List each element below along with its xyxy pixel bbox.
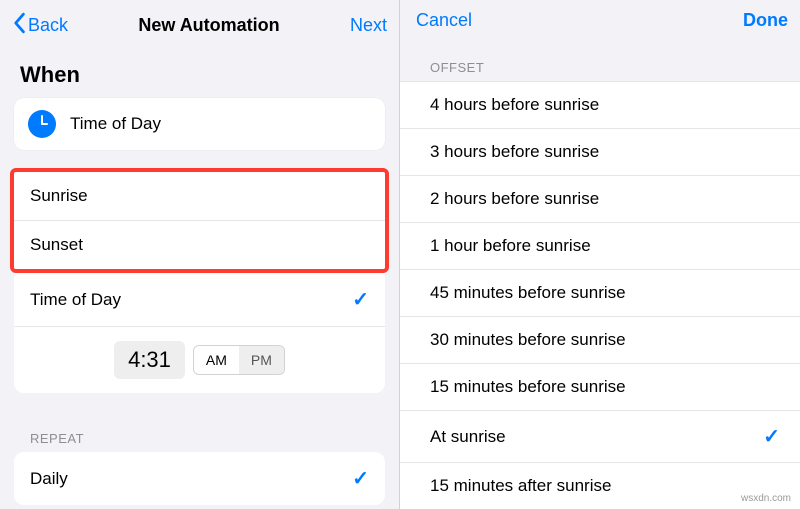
offset-label: 15 minutes after sunrise	[430, 476, 611, 496]
back-button[interactable]: Back	[12, 12, 68, 39]
offset-option[interactable]: 1 hour before sunrise	[400, 223, 800, 270]
repeat-label: Daily	[30, 469, 68, 489]
option-label: Sunset	[30, 235, 83, 255]
time-value[interactable]: 4:31	[114, 341, 185, 379]
offset-option[interactable]: 2 hours before sunrise	[400, 176, 800, 223]
offset-option[interactable]: 45 minutes before sunrise	[400, 270, 800, 317]
am-button[interactable]: AM	[194, 346, 239, 374]
checkmark-icon: ✓	[763, 424, 780, 449]
time-of-day-card[interactable]: Time of Day	[14, 98, 385, 150]
offset-pane: Cancel Done Offset 4 hours before sunris…	[400, 0, 800, 509]
offset-list: 4 hours before sunrise 3 hours before su…	[400, 81, 800, 509]
repeat-daily[interactable]: Daily ✓	[14, 452, 385, 505]
offset-option-selected[interactable]: At sunrise ✓	[400, 411, 800, 463]
offset-label: 1 hour before sunrise	[430, 236, 591, 256]
time-picker-row: 4:31 AM PM	[14, 327, 385, 393]
offset-header: Offset	[400, 40, 800, 81]
page-title: New Automation	[138, 15, 279, 36]
back-label: Back	[28, 15, 68, 36]
clock-icon	[28, 110, 56, 138]
ampm-segment: AM PM	[193, 345, 285, 375]
option-sunrise[interactable]: Sunrise	[14, 172, 385, 221]
offset-option[interactable]: 30 minutes before sunrise	[400, 317, 800, 364]
cancel-button[interactable]: Cancel	[416, 10, 472, 31]
pm-button[interactable]: PM	[239, 346, 284, 374]
offset-label: 2 hours before sunrise	[430, 189, 599, 209]
option-time-of-day[interactable]: Time of Day ✓	[14, 273, 385, 327]
time-of-day-card-label: Time of Day	[70, 114, 161, 134]
option-sunset[interactable]: Sunset	[14, 221, 385, 269]
time-options-group: Time of Day ✓ 4:31 AM PM	[14, 273, 385, 393]
offset-label: At sunrise	[430, 427, 506, 447]
offset-label: 4 hours before sunrise	[430, 95, 599, 115]
chevron-left-icon	[12, 12, 26, 39]
offset-label: 45 minutes before sunrise	[430, 283, 626, 303]
checkmark-icon: ✓	[352, 287, 369, 312]
done-button[interactable]: Done	[743, 10, 788, 31]
offset-label: 3 hours before sunrise	[430, 142, 599, 162]
automation-pane: Back New Automation Next When Time of Da…	[0, 0, 400, 509]
navbar-right: Cancel Done	[400, 0, 800, 40]
offset-option[interactable]: 4 hours before sunrise	[400, 82, 800, 129]
sun-options-group: Sunrise Sunset	[10, 168, 389, 273]
offset-option[interactable]: 15 minutes before sunrise	[400, 364, 800, 411]
offset-label: 30 minutes before sunrise	[430, 330, 626, 350]
checkmark-icon: ✓	[352, 466, 369, 491]
offset-option[interactable]: 3 hours before sunrise	[400, 129, 800, 176]
option-label: Sunrise	[30, 186, 88, 206]
repeat-header: Repeat	[0, 411, 399, 452]
navbar-left: Back New Automation Next	[0, 0, 399, 50]
repeat-group: Daily ✓	[14, 452, 385, 505]
option-label: Time of Day	[30, 290, 121, 310]
watermark: wsxdn.com	[738, 492, 794, 505]
offset-label: 15 minutes before sunrise	[430, 377, 626, 397]
next-button[interactable]: Next	[350, 15, 387, 36]
when-heading: When	[0, 50, 399, 98]
